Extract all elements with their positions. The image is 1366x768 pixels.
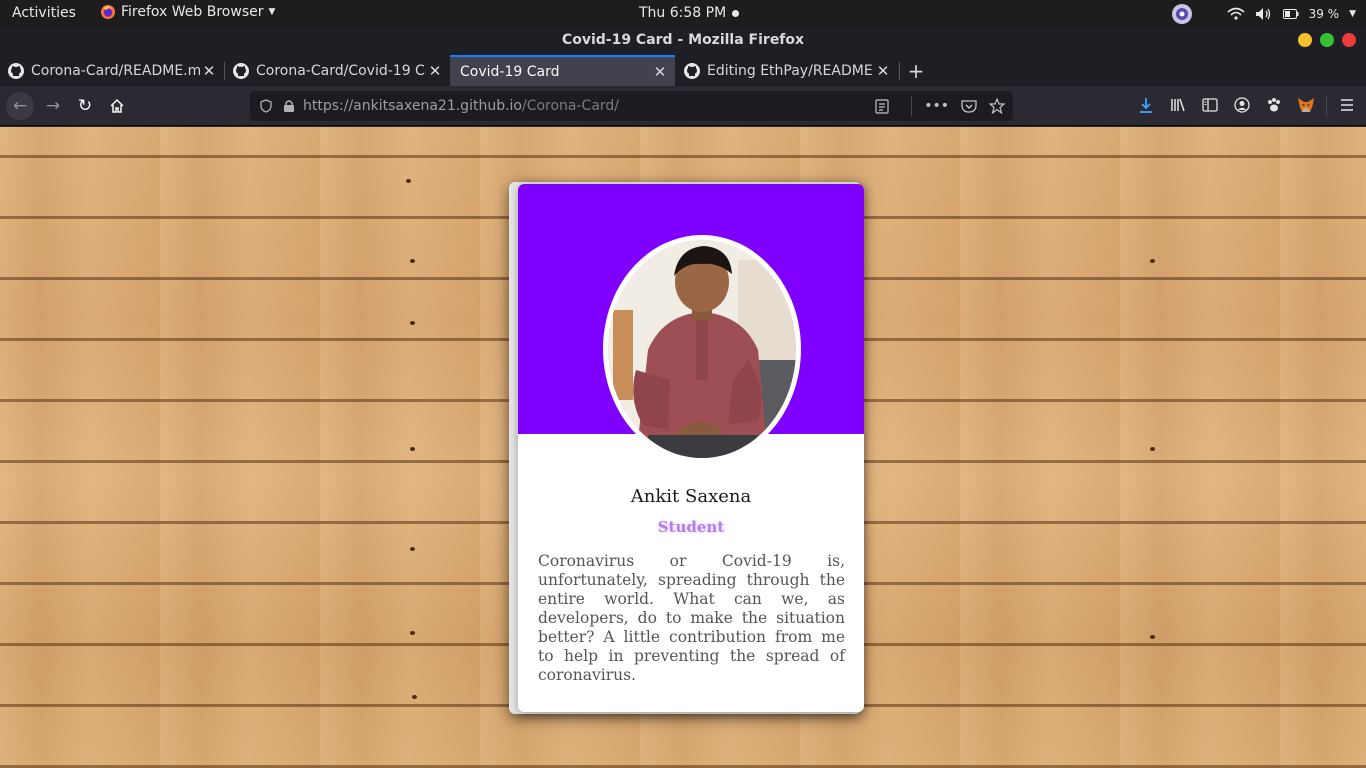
- page-viewport: Ankit Saxena Student Coronavirus or Covi…: [0, 127, 1366, 768]
- account-button[interactable]: [1230, 93, 1254, 117]
- sidebar-button[interactable]: [1198, 93, 1222, 117]
- tab-label: Corona-Card/README.m: [31, 62, 200, 79]
- tab-label: Covid-19 Card: [460, 63, 560, 80]
- downloads-button[interactable]: [1134, 93, 1158, 117]
- reader-view-icon[interactable]: [875, 98, 889, 114]
- tab-label: Editing EthPay/README.: [707, 62, 874, 79]
- close-icon[interactable]: ✕: [651, 63, 669, 81]
- wood-knot: [1150, 259, 1155, 263]
- maximize-button[interactable]: [1320, 33, 1334, 47]
- url-divider: [911, 96, 913, 116]
- wifi-icon: [1227, 7, 1245, 20]
- tab-editing-ethpay-readme[interactable]: Editing EthPay/README. ✕: [676, 55, 898, 86]
- avatar: [603, 235, 801, 463]
- back-button[interactable]: ←: [6, 92, 34, 120]
- battery-percent: 39 %: [1308, 7, 1340, 21]
- github-icon: [8, 62, 24, 79]
- paw-extension-icon: [1268, 98, 1280, 112]
- app-menu[interactable]: Firefox Web Browser ▼: [100, 4, 275, 20]
- system-top-bar: Activities Firefox Web Browser ▼ Thu 6:5…: [0, 0, 1366, 27]
- tab-corona-card-readme[interactable]: Corona-Card/README.m ✕: [0, 55, 224, 86]
- wood-knot: [1150, 447, 1155, 451]
- reload-button[interactable]: ↻: [71, 92, 99, 120]
- profile-description: Coronavirus or Covid-19 is, unfortunatel…: [538, 552, 845, 684]
- reload-icon: ↻: [77, 96, 93, 116]
- pocket-icon[interactable]: [961, 99, 977, 113]
- activities-button[interactable]: Activities: [12, 5, 76, 21]
- extension-button[interactable]: [1262, 93, 1286, 117]
- shield-icon[interactable]: [259, 99, 273, 113]
- new-tab-button[interactable]: +: [905, 59, 927, 83]
- github-icon: [233, 62, 249, 79]
- hamburger-menu-icon: [1341, 99, 1353, 111]
- home-icon: [110, 98, 124, 113]
- close-icon[interactable]: ✕: [200, 62, 218, 80]
- battery-icon: [1282, 9, 1299, 19]
- person-photo-illustration: [608, 240, 796, 458]
- wood-knot: [410, 547, 415, 551]
- github-icon: [684, 62, 700, 79]
- tab-bar: Corona-Card/README.m ✕ Corona-Card/Covid…: [0, 54, 1366, 86]
- wood-knot: [412, 695, 417, 699]
- account-icon: [1234, 97, 1250, 113]
- library-button[interactable]: [1166, 93, 1190, 117]
- navigation-bar: ← → ↻ https://ankitsaxena21.github.io/Co…: [0, 86, 1366, 126]
- wood-knot: [410, 631, 415, 635]
- home-button[interactable]: [103, 92, 131, 120]
- clock-label: Thu 6:58 PM: [639, 5, 727, 21]
- tab-divider: [899, 62, 900, 80]
- metamask-fox-icon: [1298, 98, 1314, 112]
- tab-covid-19-card[interactable]: Covid-19 Card ✕: [450, 55, 675, 86]
- toolbar-divider: [1326, 96, 1327, 116]
- window-controls: [1298, 33, 1356, 47]
- notification-dot-icon: [732, 9, 740, 17]
- system-tray[interactable]: 39 % ▼: [1171, 3, 1356, 25]
- arrow-left-icon: ←: [12, 96, 28, 116]
- forward-button[interactable]: →: [39, 92, 67, 120]
- page-actions-icon[interactable]: •••: [924, 98, 949, 114]
- bookmark-star-icon[interactable]: [989, 98, 1005, 114]
- window-title: Covid-19 Card - Mozilla Firefox: [561, 32, 805, 48]
- tab-label: Corona-Card/Covid-19 Ca: [256, 62, 426, 79]
- url-host: https://ankitsaxena21.github.io: [303, 98, 522, 114]
- profile-photo: [608, 240, 796, 458]
- app-menu-label: Firefox Web Browser: [121, 4, 264, 20]
- clock[interactable]: Thu 6:58 PM: [639, 5, 740, 21]
- volume-icon: [1255, 8, 1270, 20]
- wood-knot: [1150, 635, 1155, 639]
- close-icon[interactable]: ✕: [426, 62, 444, 80]
- profile-role: Student: [657, 518, 725, 536]
- url-path: /Corona-Card/: [521, 98, 620, 114]
- download-arrow-icon: [1140, 98, 1152, 113]
- tab-corona-card-covid-card[interactable]: Corona-Card/Covid-19 Ca ✕: [225, 55, 450, 86]
- wood-knot: [410, 321, 415, 325]
- lock-icon[interactable]: [283, 99, 295, 113]
- wood-knot: [406, 179, 411, 183]
- library-icon: [1171, 98, 1185, 112]
- profile-card: Ankit Saxena Student Coronavirus or Covi…: [518, 184, 864, 712]
- close-window-button[interactable]: [1342, 33, 1356, 47]
- arrow-right-icon: →: [45, 96, 61, 116]
- wood-knot: [410, 447, 415, 451]
- url-bar[interactable]: https://ankitsaxena21.github.io/Corona-C…: [250, 91, 1013, 121]
- metamask-button[interactable]: [1294, 93, 1318, 117]
- close-icon[interactable]: ✕: [874, 62, 892, 80]
- app-menu-button[interactable]: [1335, 93, 1359, 117]
- chevron-down-icon: ▼: [1349, 9, 1356, 19]
- wood-knot: [410, 259, 415, 263]
- firefox-icon: [101, 5, 115, 19]
- screen-recorder-icon[interactable]: [1171, 3, 1193, 25]
- profile-name: Ankit Saxena: [630, 486, 752, 507]
- sidebar-icon: [1202, 98, 1218, 112]
- minimize-button[interactable]: [1298, 33, 1312, 47]
- window-title-bar: Covid-19 Card - Mozilla Firefox: [0, 27, 1366, 54]
- chevron-down-icon: ▼: [268, 7, 276, 17]
